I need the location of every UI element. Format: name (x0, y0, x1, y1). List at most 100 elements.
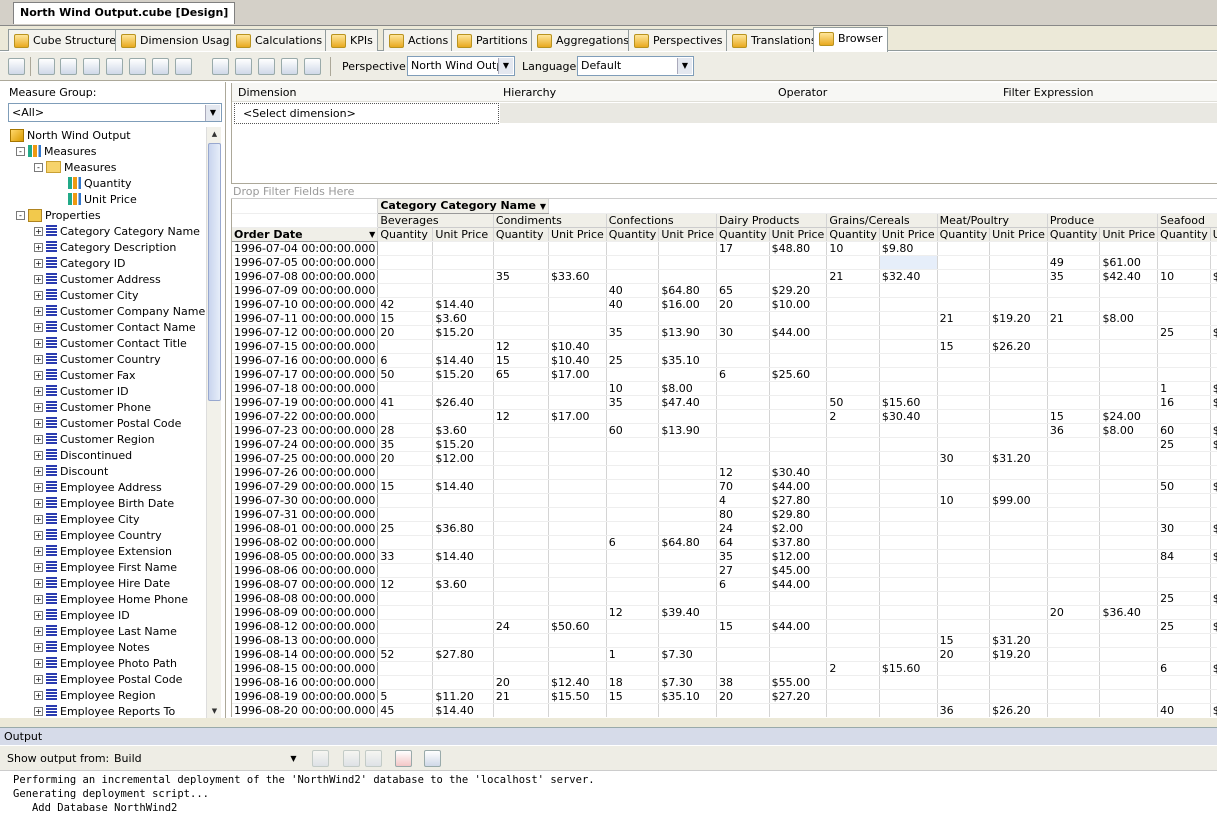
data-cell[interactable]: 2 (826, 409, 880, 424)
data-cell[interactable] (1210, 493, 1217, 508)
data-cell[interactable]: 20 (937, 647, 991, 662)
data-cell[interactable] (1099, 549, 1159, 564)
data-cell[interactable]: $44.00 (769, 619, 828, 634)
tree-node-attribute[interactable]: + Employee Postal Code (34, 671, 182, 687)
data-cell[interactable] (989, 283, 1048, 298)
row-header-date[interactable]: 1996-07-15 00:00:00.000 (232, 339, 379, 354)
data-cell[interactable] (493, 661, 550, 676)
data-cell[interactable]: 10 (606, 381, 660, 396)
data-cell[interactable] (826, 353, 880, 368)
data-cell[interactable]: $37.80 (769, 535, 828, 550)
data-cell[interactable]: 4 (716, 493, 770, 508)
data-cell[interactable]: $42.40 (1099, 269, 1159, 284)
data-cell[interactable] (493, 255, 550, 270)
expand-icon[interactable]: + (34, 354, 43, 364)
next-message-icon[interactable] (365, 750, 382, 767)
data-cell[interactable] (1047, 619, 1101, 634)
data-cell[interactable]: $3.60 (432, 577, 494, 592)
expand-icon[interactable]: + (34, 434, 43, 444)
data-cell[interactable]: $36.80 (432, 521, 494, 536)
perspective-combo[interactable]: North Wind Outpu ▼ (407, 56, 515, 76)
data-cell[interactable] (377, 241, 434, 256)
data-cell[interactable] (716, 605, 770, 620)
data-cell[interactable]: 18 (606, 675, 660, 690)
collapse-icon[interactable]: - (16, 146, 25, 156)
data-cell[interactable] (937, 437, 991, 452)
data-cell[interactable] (548, 591, 607, 606)
data-cell[interactable]: $30.40 (769, 465, 828, 480)
data-cell[interactable] (879, 325, 938, 340)
measure-header-unit-price[interactable]: Unit Price (658, 227, 718, 242)
data-cell[interactable] (769, 353, 828, 368)
measure-header-unit-price[interactable]: Unit Price (1210, 227, 1217, 242)
data-cell[interactable] (1210, 507, 1217, 522)
output-source-combo[interactable]: Build ▼ (110, 749, 303, 769)
row-header-date[interactable]: 1996-08-02 00:00:00.000 (232, 535, 379, 550)
data-cell[interactable]: $8.00 (658, 381, 718, 396)
data-cell[interactable]: 27 (716, 563, 770, 578)
data-cell[interactable] (548, 563, 607, 578)
row-header-date[interactable]: 1996-07-05 00:00:00.000 (232, 255, 379, 270)
expand-icon[interactable]: + (34, 498, 43, 508)
data-cell[interactable]: 50 (826, 395, 880, 410)
data-cell[interactable]: $32.40 (879, 269, 938, 284)
data-cell[interactable] (432, 339, 494, 354)
data-cell[interactable] (548, 493, 607, 508)
data-cell[interactable] (879, 339, 938, 354)
data-cell[interactable] (716, 395, 770, 410)
data-cell[interactable] (1157, 633, 1211, 648)
data-cell[interactable]: 42 (377, 297, 434, 312)
data-cell[interactable] (826, 619, 880, 634)
data-cell[interactable]: $26.20 (989, 339, 1048, 354)
data-cell[interactable] (493, 423, 550, 438)
data-cell[interactable]: 17 (716, 241, 770, 256)
data-cell[interactable]: 30 (937, 451, 991, 466)
data-cell[interactable]: $20.80 (1210, 381, 1217, 396)
data-cell[interactable] (548, 521, 607, 536)
data-cell[interactable] (937, 381, 991, 396)
data-cell[interactable]: 6 (606, 535, 660, 550)
data-cell[interactable]: 36 (937, 703, 991, 717)
data-cell[interactable]: $14.40 (432, 353, 494, 368)
category-header[interactable]: Confections (606, 213, 718, 228)
data-cell[interactable]: 5 (377, 689, 434, 704)
previous-message-icon[interactable] (343, 750, 360, 767)
data-cell[interactable] (769, 605, 828, 620)
change-user-icon[interactable] (38, 58, 55, 75)
expand-icon[interactable]: + (34, 514, 43, 524)
data-cell[interactable] (548, 647, 607, 662)
data-cell[interactable]: 12 (606, 605, 660, 620)
data-cell[interactable] (769, 451, 828, 466)
data-cell[interactable] (1157, 689, 1211, 704)
data-cell[interactable] (658, 507, 718, 522)
data-cell[interactable]: $15.50 (548, 689, 607, 704)
data-cell[interactable]: $24.00 (1099, 409, 1159, 424)
data-cell[interactable]: 65 (493, 367, 550, 382)
expand-icon[interactable]: + (34, 578, 43, 588)
row-header-date[interactable]: 1996-08-08 00:00:00.000 (232, 591, 379, 606)
data-cell[interactable]: 12 (716, 465, 770, 480)
data-cell[interactable] (1047, 591, 1101, 606)
data-cell[interactable] (548, 549, 607, 564)
data-cell[interactable]: 2 (826, 661, 880, 676)
data-cell[interactable]: 6 (1157, 661, 1211, 676)
sort-descending-icon[interactable] (129, 58, 146, 75)
data-cell[interactable] (432, 591, 494, 606)
data-cell[interactable]: $26.20 (989, 703, 1048, 717)
data-cell[interactable] (1210, 241, 1217, 256)
expand-icon[interactable]: + (34, 370, 43, 380)
data-cell[interactable] (1210, 297, 1217, 312)
data-cell[interactable]: $19.20 (989, 311, 1048, 326)
data-cell[interactable] (377, 339, 434, 354)
data-cell[interactable] (1210, 633, 1217, 648)
data-cell[interactable] (493, 493, 550, 508)
data-cell[interactable] (658, 591, 718, 606)
data-cell[interactable] (879, 647, 938, 662)
data-cell[interactable] (1047, 437, 1101, 452)
data-cell[interactable]: 35 (606, 395, 660, 410)
data-cell[interactable] (658, 703, 718, 717)
data-cell[interactable] (826, 563, 880, 578)
data-cell[interactable]: $15.60 (879, 395, 938, 410)
data-cell[interactable] (1210, 283, 1217, 298)
tree-node-cube[interactable]: North Wind Output (10, 127, 131, 143)
